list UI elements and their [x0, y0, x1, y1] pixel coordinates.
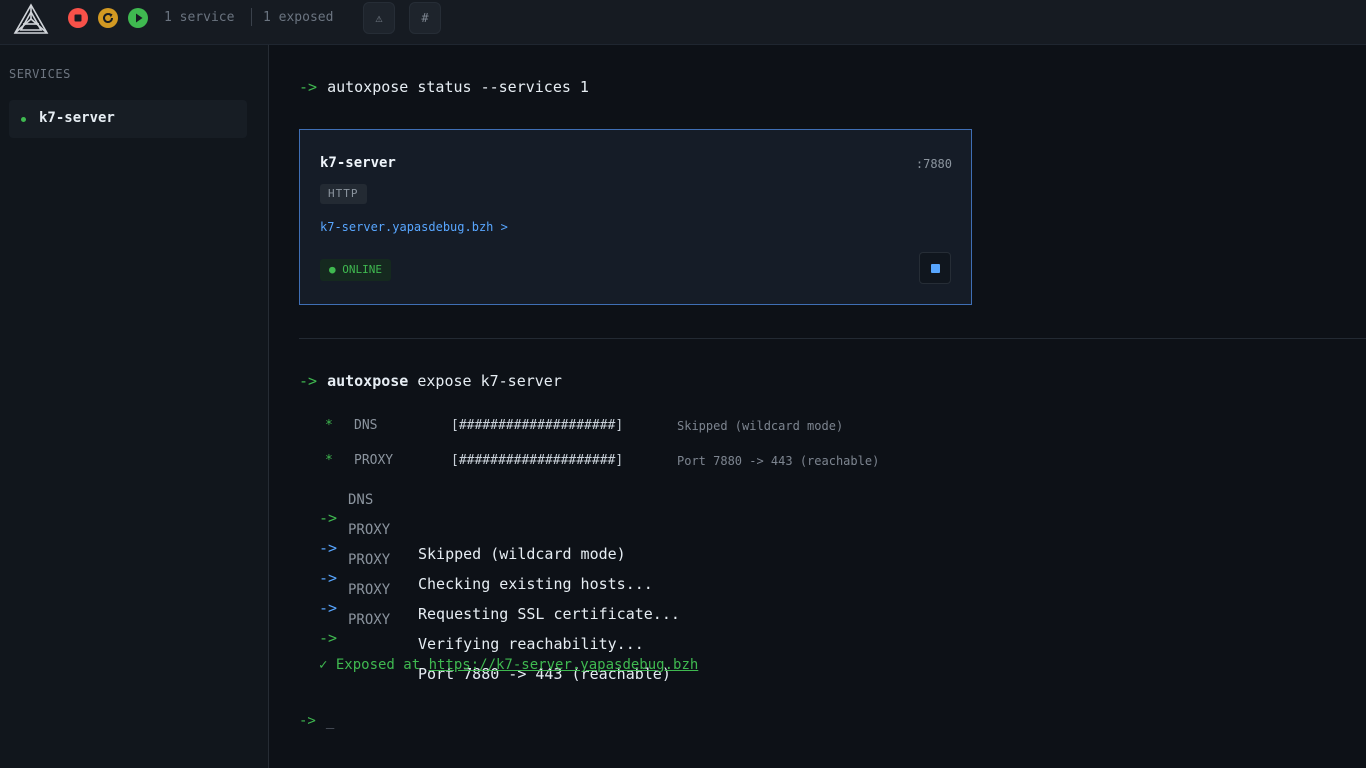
warning-icon: ⚠	[375, 11, 383, 25]
expose-command-bin: autoxpose	[327, 372, 409, 390]
sidebar-item-k7-server[interactable]: k7-server	[9, 100, 247, 138]
hash-icon: #	[421, 11, 429, 25]
progress-label: PROXY	[354, 453, 394, 468]
expose-command-line: -> autoxpose expose k7-server	[299, 372, 562, 390]
log-line: -> PROXY Verifying reachability...	[319, 581, 919, 653]
log-line: -> PROXY Checking existing hosts...	[319, 521, 919, 593]
log-tag: PROXY	[348, 582, 391, 598]
prompt-arrow: ->	[299, 78, 318, 96]
progress-row: * DNS [####################] Skipped (wi…	[325, 418, 1025, 438]
play-icon	[136, 13, 143, 23]
exposed-prefix: ✓ Exposed at	[319, 657, 429, 673]
stat-separator	[251, 8, 252, 26]
restart-all-button[interactable]	[98, 8, 118, 28]
stop-icon	[74, 14, 82, 22]
service-card: k7-server :7880 HTTP k7-server.yapasdebu…	[299, 129, 972, 305]
stop-all-button[interactable]	[68, 8, 88, 28]
log-line: -> PROXY Port 7880 -> 443 (reachable)	[319, 611, 919, 683]
prompt-cursor: _	[325, 713, 335, 729]
status-command-line: -> autoxpose status --services 1	[299, 78, 589, 96]
log-message: Verifying reachability...	[418, 635, 644, 653]
log-arrow: ->	[319, 629, 338, 647]
expose-command-args: expose k7-server	[417, 372, 562, 390]
stop-service-button[interactable]	[919, 252, 951, 284]
log-line: -> DNS Skipped (wildcard mode)	[319, 491, 919, 563]
progress-note: Skipped (wildcard mode)	[677, 419, 844, 433]
terminal-prompt[interactable]: -> _	[299, 713, 334, 729]
progress-star: *	[325, 453, 333, 468]
progress-note: Port 7880 -> 443 (reachable)	[677, 454, 880, 468]
progress-star: *	[325, 418, 333, 433]
exposed-result: ✓ Exposed at https://k7-server.yapasdebu…	[319, 657, 698, 673]
exposed-count: 1 exposed	[263, 10, 334, 25]
exposed-url-link[interactable]: https://k7-server.yapasdebug.bzh	[429, 657, 699, 673]
warnings-button[interactable]: ⚠	[363, 2, 395, 34]
log-tag: DNS	[348, 492, 374, 508]
start-all-button[interactable]	[128, 8, 148, 28]
status-command: autoxpose status --services 1	[327, 78, 589, 96]
progress-label: DNS	[354, 418, 378, 433]
progress-row: * PROXY [####################] Port 7880…	[325, 453, 1025, 473]
sidebar-title: SERVICES	[9, 67, 71, 81]
log-tag: PROXY	[348, 522, 391, 538]
protocol-badge: HTTP	[320, 184, 367, 204]
service-port: :7880	[915, 157, 952, 171]
section-divider	[299, 338, 1366, 339]
online-status-dot-icon	[21, 117, 26, 122]
log-line: -> PROXY Requesting SSL certificate...	[319, 551, 919, 623]
status-badge: ● ONLINE	[320, 259, 391, 281]
log-tag: PROXY	[348, 552, 391, 568]
hash-button[interactable]: #	[409, 2, 441, 34]
sidebar: SERVICES k7-server	[0, 45, 269, 768]
service-count: 1 service	[164, 10, 235, 25]
prompt-arrow: ->	[299, 713, 316, 729]
autoxpose-logo-icon	[13, 3, 49, 34]
progress-bar: [####################]	[451, 453, 624, 468]
sidebar-item-label: k7-server	[39, 110, 115, 126]
restart-icon	[103, 13, 114, 24]
log-tag: PROXY	[348, 612, 391, 628]
stop-icon	[931, 264, 940, 273]
service-name: k7-server	[320, 155, 396, 171]
prompt-arrow: ->	[299, 372, 318, 390]
progress-bar: [####################]	[451, 418, 624, 433]
top-bar: 1 service 1 exposed ⚠ #	[0, 0, 1366, 45]
service-url-link[interactable]: k7-server.yapasdebug.bzh >	[320, 220, 508, 234]
